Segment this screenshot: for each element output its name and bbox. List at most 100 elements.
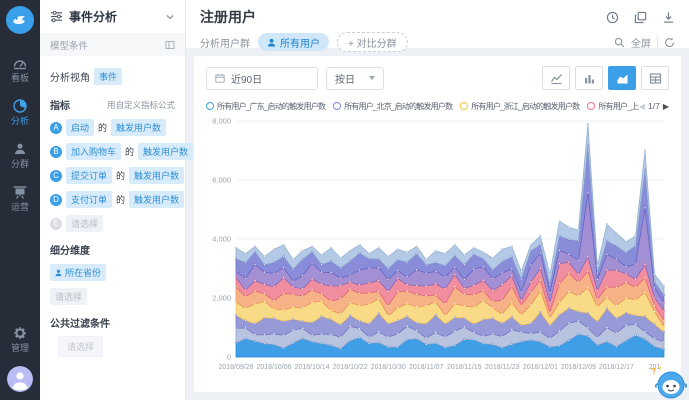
- analysis-model-title: 事件分析: [69, 8, 159, 25]
- sidebar-item-label: 分析: [11, 117, 29, 126]
- chart-card: 近90日 按日: [194, 56, 681, 392]
- stacked-area-chart: 02,0004,0006,0008,0002018/09/282018/10/0…: [206, 115, 669, 377]
- help-mascot-widget[interactable]: ? ?: [649, 364, 687, 400]
- metric-row: B 加入购物车 的 触发用户数: [50, 143, 175, 160]
- svg-text:2018/12/09: 2018/12/09: [561, 364, 596, 371]
- history-icon[interactable]: [606, 11, 619, 24]
- page-title: 注册用户: [200, 7, 606, 27]
- compare-segment-button[interactable]: + 对比分群: [337, 32, 408, 52]
- metric-badge: C: [50, 170, 62, 182]
- event-pill[interactable]: 启动: [66, 119, 94, 136]
- date-range-input[interactable]: 近90日: [206, 67, 318, 90]
- measure-pill[interactable]: 触发用户数: [138, 143, 193, 160]
- line-chart-icon: [550, 72, 563, 85]
- copy-icon[interactable]: [634, 11, 647, 24]
- model-conditions-bar: 模型条件: [40, 33, 185, 56]
- fullscreen-label[interactable]: 全屏: [631, 35, 651, 50]
- event-pill[interactable]: 加入购物车: [66, 143, 121, 160]
- conjunction: 的: [98, 121, 107, 134]
- sidebar-item-analysis[interactable]: 分析: [0, 90, 40, 133]
- dimension-pill[interactable]: 所在省份: [50, 264, 106, 281]
- svg-text:6,000: 6,000: [212, 176, 231, 185]
- dimension-label: 细分维度: [50, 242, 175, 257]
- svg-text:2018/09/28: 2018/09/28: [218, 364, 253, 371]
- area-chart-button[interactable]: [608, 66, 636, 90]
- dashboard-icon: [12, 55, 28, 71]
- legend-marker: [587, 102, 595, 110]
- collapse-panel-icon[interactable]: [165, 40, 175, 50]
- model-conditions-label: 模型条件: [50, 38, 165, 52]
- table-icon: [649, 72, 662, 85]
- granularity-select[interactable]: 按日: [326, 67, 384, 90]
- metric-row: A 启动 的 触发用户数: [50, 119, 175, 136]
- svg-text:2018/12/17: 2018/12/17: [599, 364, 634, 371]
- product-logo[interactable]: [5, 5, 35, 35]
- main-area: 注册用户 分析用户群: [186, 0, 689, 400]
- legend-item[interactable]: 所有用户_北京_启动的触发用户数: [333, 101, 452, 112]
- sidebar-item-dashboards[interactable]: 看板: [0, 47, 40, 90]
- metric-row: C 提交订单 的 触发用户数: [50, 167, 175, 184]
- svg-text:2018/10/14: 2018/10/14: [295, 364, 330, 371]
- dimension-placeholder[interactable]: 请选择: [50, 288, 87, 305]
- svg-text:2018/11/23: 2018/11/23: [485, 364, 520, 371]
- legend-item[interactable]: 所有用户_浙江_启动的触发用户数: [460, 101, 579, 112]
- event-pill[interactable]: 提交订单: [66, 167, 112, 184]
- svg-text:?: ?: [658, 367, 662, 373]
- view-value-pill[interactable]: 事件: [94, 68, 122, 85]
- person-icon: [55, 269, 62, 277]
- legend-marker: [333, 102, 341, 110]
- chart-legend: 所有用户_广东_启动的触发用户数 所有用户_北京_启动的触发用户数 所有用户_浙…: [206, 99, 669, 113]
- svg-text:2018/10/06: 2018/10/06: [256, 364, 291, 371]
- table-view-button[interactable]: [641, 66, 669, 90]
- add-metric-placeholder[interactable]: 请选择: [66, 215, 103, 232]
- refresh-icon[interactable]: [664, 37, 675, 48]
- legend-marker: [460, 102, 468, 110]
- user-avatar[interactable]: [7, 366, 33, 392]
- line-chart-button[interactable]: [542, 66, 570, 90]
- segment-label: 分析用户群: [200, 35, 250, 50]
- measure-pill[interactable]: 触发用户数: [129, 167, 184, 184]
- metric-badge: D: [50, 194, 62, 206]
- svg-text:2018/12/01: 2018/12/01: [523, 364, 558, 371]
- date-range-value: 近90日: [231, 71, 262, 86]
- legend-prev-icon[interactable]: ◀: [639, 102, 645, 111]
- chevron-down-icon[interactable]: [165, 12, 175, 22]
- app-sidebar: 看板 分析 分群 运营 管理: [0, 0, 40, 400]
- search-icon[interactable]: [614, 37, 625, 48]
- filter-placeholder[interactable]: 请选择: [58, 336, 103, 357]
- legend-marker: [206, 102, 214, 110]
- measure-pill[interactable]: 触发用户数: [111, 119, 166, 136]
- gear-icon: [12, 325, 28, 341]
- bar-chart-button[interactable]: [575, 66, 603, 90]
- svg-text:0: 0: [227, 353, 231, 362]
- sidebar-item-segments[interactable]: 分群: [0, 133, 40, 176]
- sidebar-item-label: 分群: [11, 160, 29, 169]
- granularity-value: 按日: [335, 71, 355, 86]
- custom-formula-link[interactable]: 用自定义指标公式: [107, 99, 175, 111]
- user-group-icon: [12, 141, 28, 157]
- area-chart-icon: [616, 72, 629, 85]
- svg-text:8,000: 8,000: [212, 117, 231, 126]
- metric-badge: B: [50, 146, 62, 158]
- svg-text:2018/11/07: 2018/11/07: [409, 364, 444, 371]
- chart-toolbar: 近90日 按日: [206, 66, 669, 90]
- legend-next-icon[interactable]: ▶: [663, 102, 669, 111]
- view-label: 分析视角: [50, 69, 90, 84]
- legend-item[interactable]: 所有用户_广东_启动的触发用户数: [206, 101, 325, 112]
- sidebar-item-label: 看板: [11, 74, 29, 83]
- metric-badge: E: [50, 218, 62, 230]
- person-icon: [267, 38, 276, 47]
- event-pill[interactable]: 支付订单: [66, 191, 112, 208]
- report-header: 注册用户 分析用户群: [186, 0, 689, 48]
- sidebar-item-operations[interactable]: 运营: [0, 176, 40, 219]
- model-settings-icon: [50, 10, 63, 23]
- segment-all-users-pill[interactable]: 所有用户: [258, 33, 329, 51]
- measure-pill[interactable]: 触发用户数: [129, 191, 184, 208]
- svg-text:2,000: 2,000: [212, 294, 231, 303]
- svg-text:?: ?: [650, 366, 658, 377]
- metric-badge: A: [50, 122, 62, 134]
- download-icon[interactable]: [662, 11, 675, 24]
- sidebar-item-admin[interactable]: 管理: [0, 317, 40, 360]
- divider: [657, 37, 658, 47]
- common-filter-label: 公共过滤条件: [50, 315, 175, 330]
